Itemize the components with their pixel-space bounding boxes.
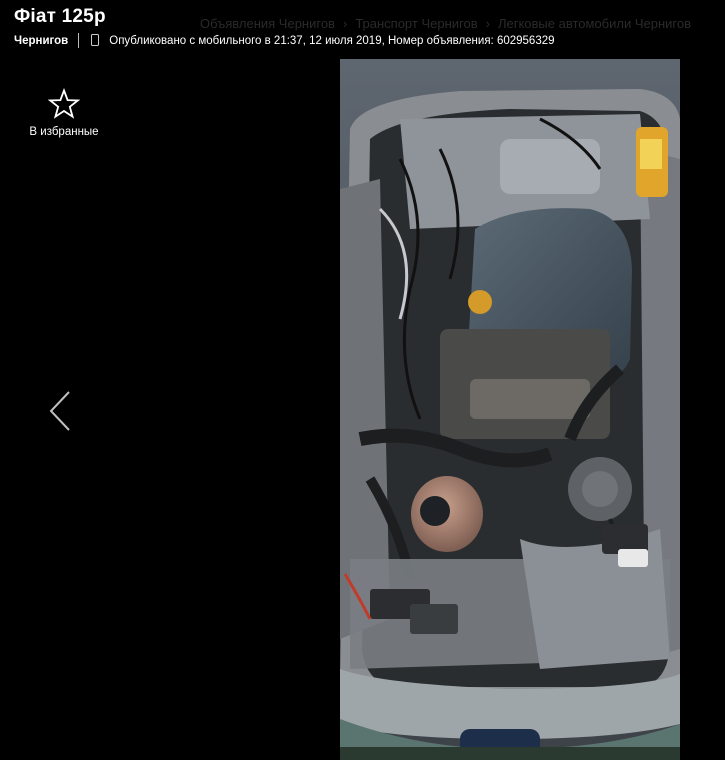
meta-divider bbox=[78, 33, 80, 48]
chevron-left-icon[interactable] bbox=[46, 388, 76, 434]
ad-meta: Чернигов Опубликовано с мобильного в 21:… bbox=[14, 33, 555, 48]
breadcrumb-separator: › bbox=[342, 16, 348, 31]
photo-gallery-page: Объявления Чернигов › Транспорт Чернигов… bbox=[0, 0, 725, 760]
favorites-label: В избранные bbox=[29, 126, 99, 138]
published-label: Опубликовано с мобильного в 21:37, 12 ию… bbox=[109, 34, 385, 47]
breadcrumb-item[interactable]: Объявления Чернигов bbox=[200, 16, 335, 31]
breadcrumb-item[interactable]: Легковые автомобили Чернигов bbox=[498, 16, 691, 31]
ad-number-label: Номер объявления: 602956329 bbox=[388, 34, 555, 47]
breadcrumb-item[interactable]: Транспорт Чернигов bbox=[355, 16, 477, 31]
star-outline-icon bbox=[48, 88, 80, 119]
location-label: Чернигов bbox=[14, 34, 69, 47]
add-to-favorites-button[interactable]: В избранные bbox=[20, 88, 108, 138]
breadcrumb-separator: › bbox=[485, 16, 490, 31]
page-title: Фіат 125р bbox=[14, 6, 106, 27]
breadcrumb: Объявления Чернигов › Транспорт Чернигов… bbox=[200, 16, 691, 31]
engine-bay-photo bbox=[340, 59, 680, 760]
engine-bay-photo-image bbox=[340, 59, 680, 760]
mobile-phone-icon bbox=[91, 33, 100, 46]
